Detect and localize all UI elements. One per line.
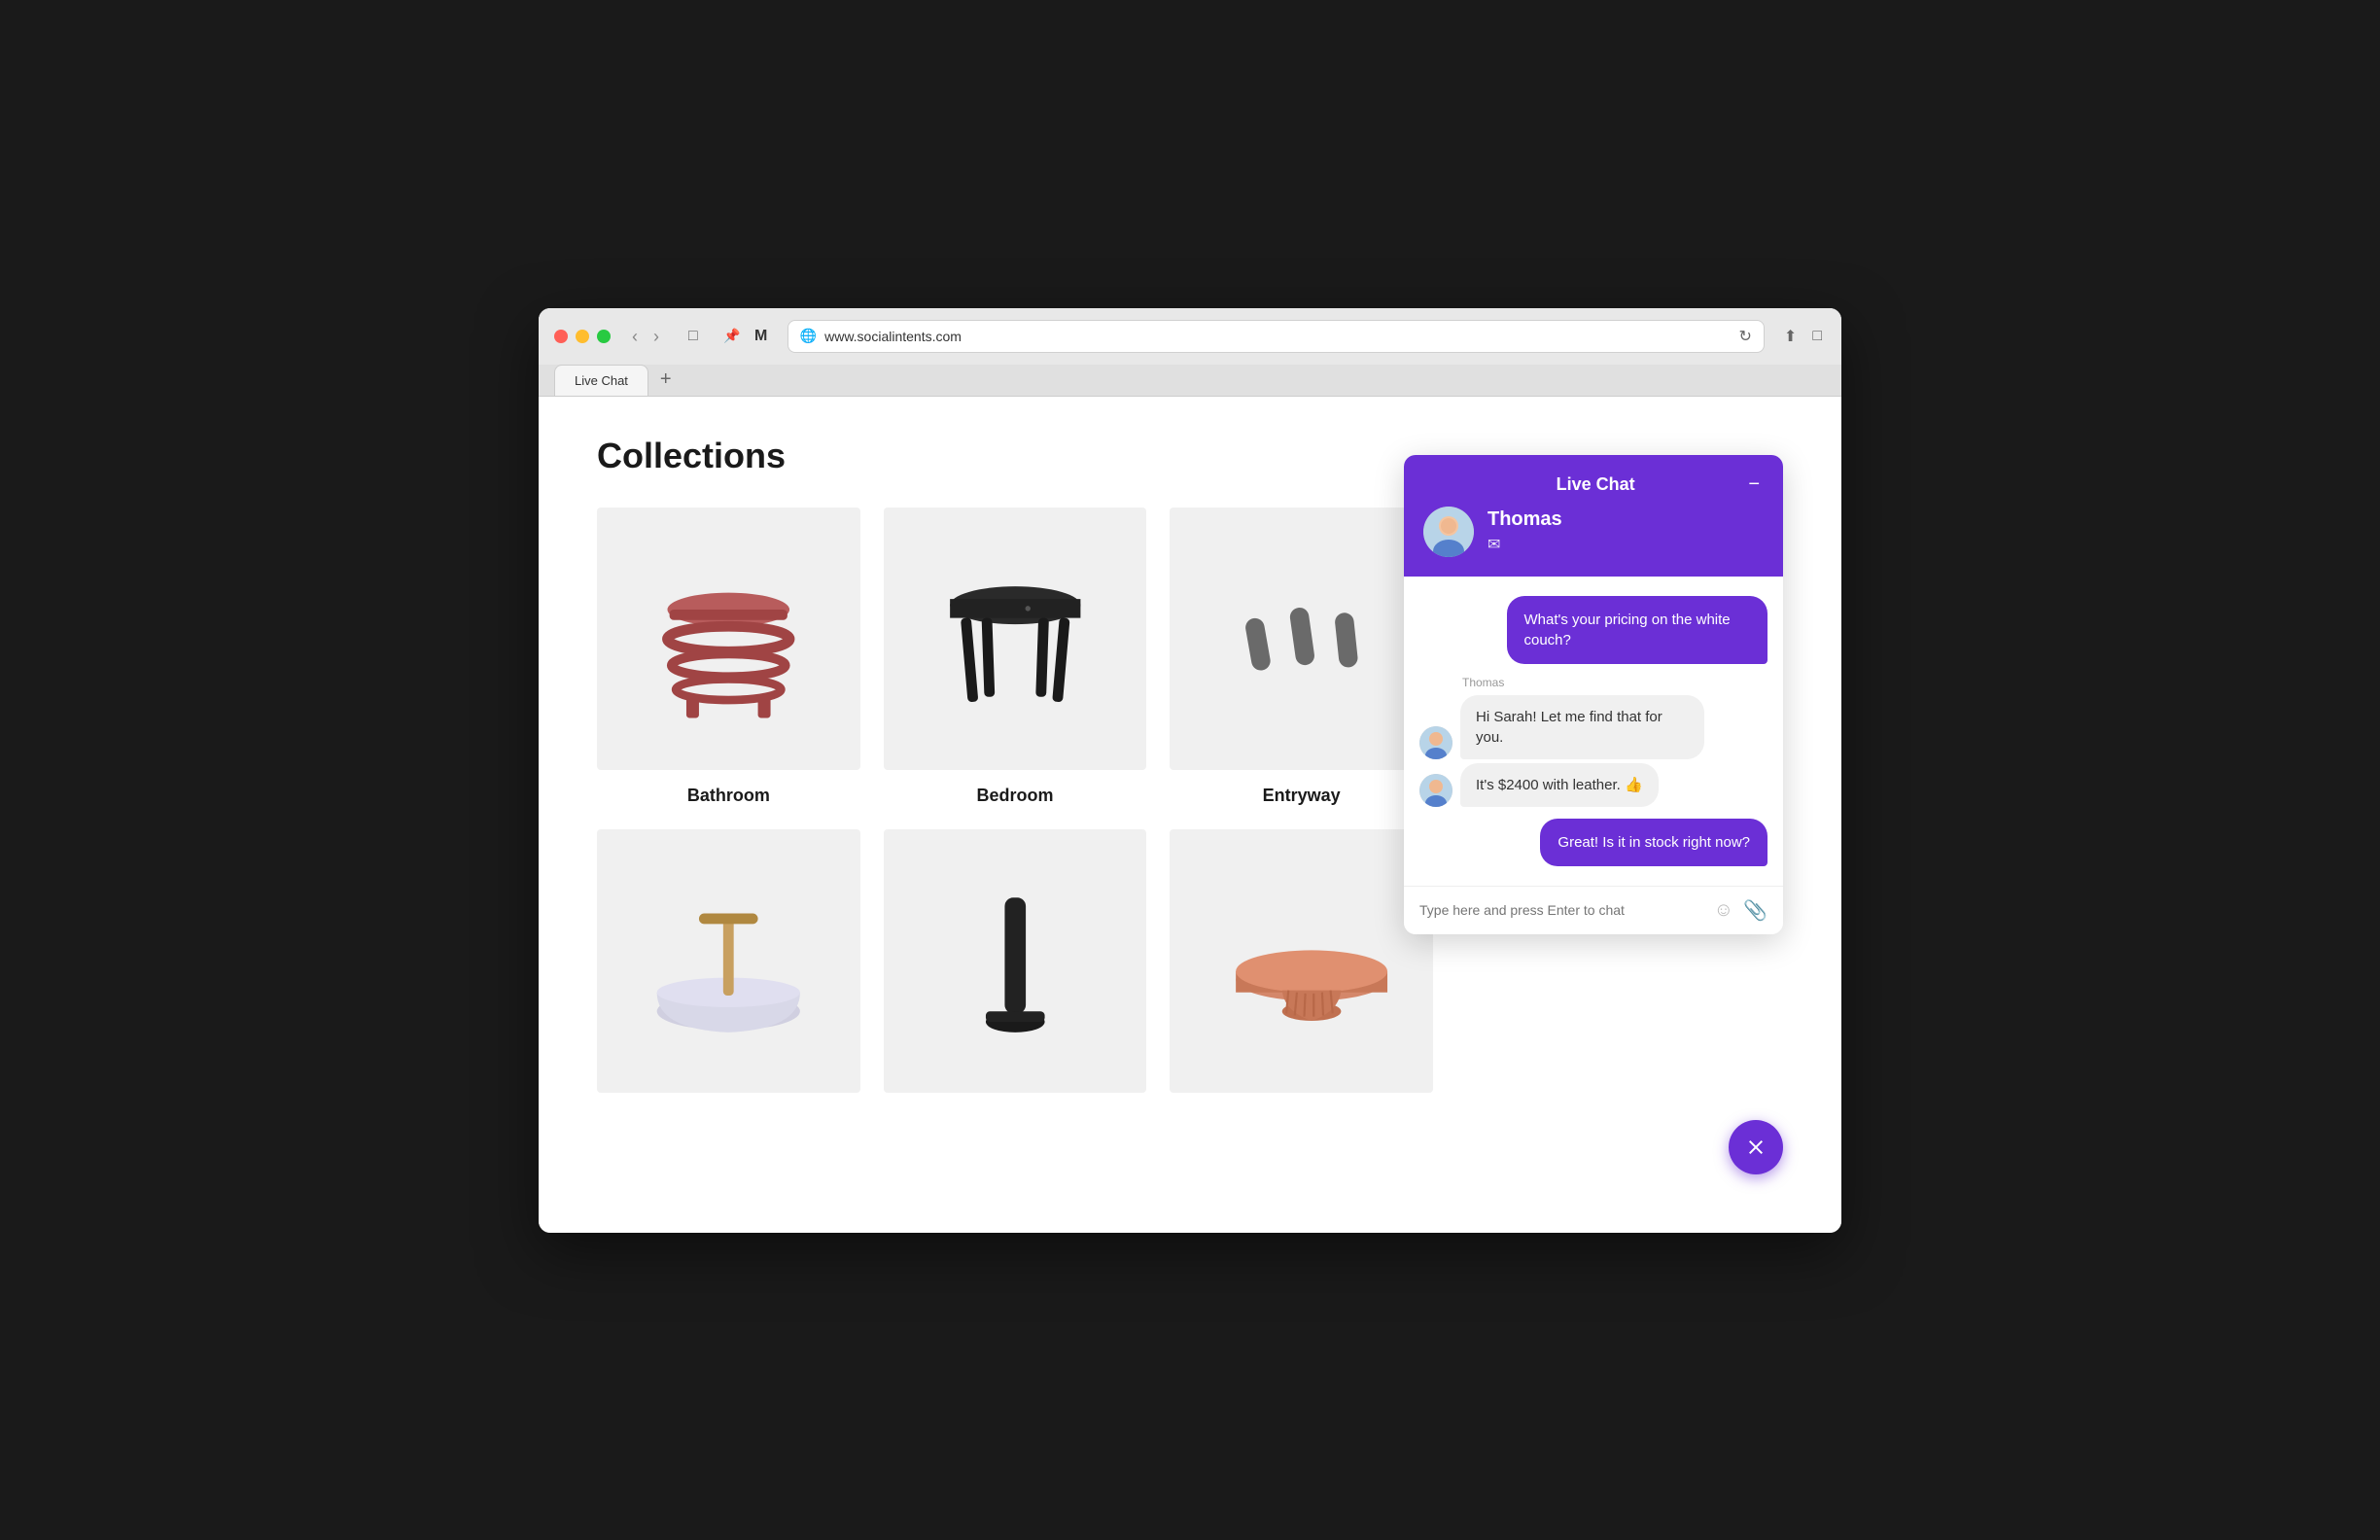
m-extension-icon[interactable]: M	[751, 326, 772, 347]
collection-image-row2-3	[1170, 829, 1433, 1093]
collection-image-bathroom	[597, 508, 860, 771]
new-tab-tile-button[interactable]: □	[1808, 324, 1826, 349]
collection-image-entryway	[1170, 508, 1433, 771]
user-message-2: Great! Is it in stock right now?	[1419, 819, 1768, 866]
traffic-lights	[554, 330, 611, 343]
user-bubble-1: What's your pricing on the white couch?	[1507, 596, 1768, 664]
agent-message-row-2: It's $2400 with leather. 👍	[1419, 763, 1768, 807]
agent-avatar-small-1	[1419, 726, 1452, 759]
new-tab-button[interactable]: +	[652, 365, 680, 395]
chat-minimize-button[interactable]: −	[1744, 474, 1764, 494]
share-button[interactable]: ⬆	[1780, 323, 1801, 350]
chat-widget: Live Chat − Thomas	[1404, 455, 1783, 934]
maximize-traffic-light[interactable]	[597, 330, 611, 343]
agent-bubble-1: Hi Sarah! Let me find that for you.	[1460, 695, 1704, 759]
reload-button[interactable]: ↻	[1739, 327, 1752, 346]
collection-image-bedroom	[884, 508, 1147, 771]
browser-window: ‹ › □ 📌 M 🌐 ↻ ⬆ □	[539, 308, 1841, 1233]
active-tab[interactable]: Live Chat	[554, 365, 648, 396]
back-button[interactable]: ‹	[626, 326, 644, 347]
user-bubble-2: Great! Is it in stock right now?	[1540, 819, 1768, 866]
address-bar-wrapper[interactable]: 🌐 ↻	[788, 320, 1765, 353]
agent-bubble-2: It's $2400 with leather. 👍	[1460, 763, 1659, 807]
agent-message-label: Thomas	[1462, 676, 1768, 689]
browser-chrome: ‹ › □ 📌 M 🌐 ↻ ⬆ □	[539, 308, 1841, 397]
pin-extension-icon[interactable]: 📌	[721, 326, 743, 347]
collection-item-entryway[interactable]: Entryway	[1170, 508, 1433, 807]
page-content: Collections	[539, 397, 1841, 1233]
attachment-button[interactable]: 📎	[1743, 898, 1768, 923]
collection-item-row2-1[interactable]	[597, 829, 860, 1108]
tab-label: Live Chat	[575, 373, 628, 388]
chat-input-area: ☺ 📎	[1404, 886, 1783, 934]
chat-close-fab-button[interactable]	[1729, 1120, 1783, 1174]
address-bar-input[interactable]	[824, 329, 1731, 344]
collection-item-row2-2[interactable]	[884, 829, 1147, 1108]
agent-avatar-large	[1423, 507, 1474, 557]
agent-name: Thomas	[1488, 508, 1562, 531]
close-fab-icon	[1744, 1136, 1768, 1159]
nav-buttons: ‹ ›	[626, 326, 665, 347]
agent-email-icon: ✉	[1488, 535, 1562, 554]
collection-label-entryway: Entryway	[1263, 786, 1341, 806]
agent-message-row-1: Hi Sarah! Let me find that for you.	[1419, 695, 1768, 759]
chat-input-icons: ☺ 📎	[1714, 898, 1768, 923]
agent-message-group: Thomas Hi Sarah! Let me find that for yo…	[1419, 676, 1768, 807]
forward-button[interactable]: ›	[648, 326, 665, 347]
collection-image-row2-1	[597, 829, 860, 1093]
chat-input-field[interactable]	[1419, 902, 1704, 918]
sidebar-toggle-button[interactable]: □	[681, 324, 706, 349]
collection-label-bathroom: Bathroom	[687, 786, 770, 806]
extensions-area: 📌 M	[721, 326, 772, 347]
chat-header: Live Chat − Thomas	[1404, 455, 1783, 577]
minimize-traffic-light[interactable]	[576, 330, 589, 343]
titlebar: ‹ › □ 📌 M 🌐 ↻ ⬆ □	[539, 308, 1841, 365]
tab-bar: Live Chat +	[539, 365, 1841, 396]
collection-item-bathroom[interactable]: Bathroom	[597, 508, 860, 807]
globe-icon: 🌐	[800, 328, 817, 344]
emoji-button[interactable]: ☺	[1714, 899, 1733, 922]
chat-title: Live Chat	[1447, 474, 1744, 495]
user-message-1: What's your pricing on the white couch?	[1419, 596, 1768, 664]
collection-item-bedroom[interactable]: Bedroom	[884, 508, 1147, 807]
chat-header-top: Live Chat −	[1423, 474, 1764, 495]
collection-image-row2-2	[884, 829, 1147, 1093]
agent-avatar-small-2	[1419, 774, 1452, 807]
browser-actions: ⬆ □	[1780, 323, 1826, 350]
collections-grid: Bathroom	[597, 508, 1433, 1108]
chat-messages: What's your pricing on the white couch? …	[1404, 577, 1783, 886]
close-traffic-light[interactable]	[554, 330, 568, 343]
collection-item-row2-3[interactable]	[1170, 829, 1433, 1108]
collection-label-bedroom: Bedroom	[976, 786, 1053, 806]
chat-agent-info: Thomas ✉	[1423, 507, 1764, 557]
agent-details: Thomas ✉	[1488, 508, 1562, 554]
